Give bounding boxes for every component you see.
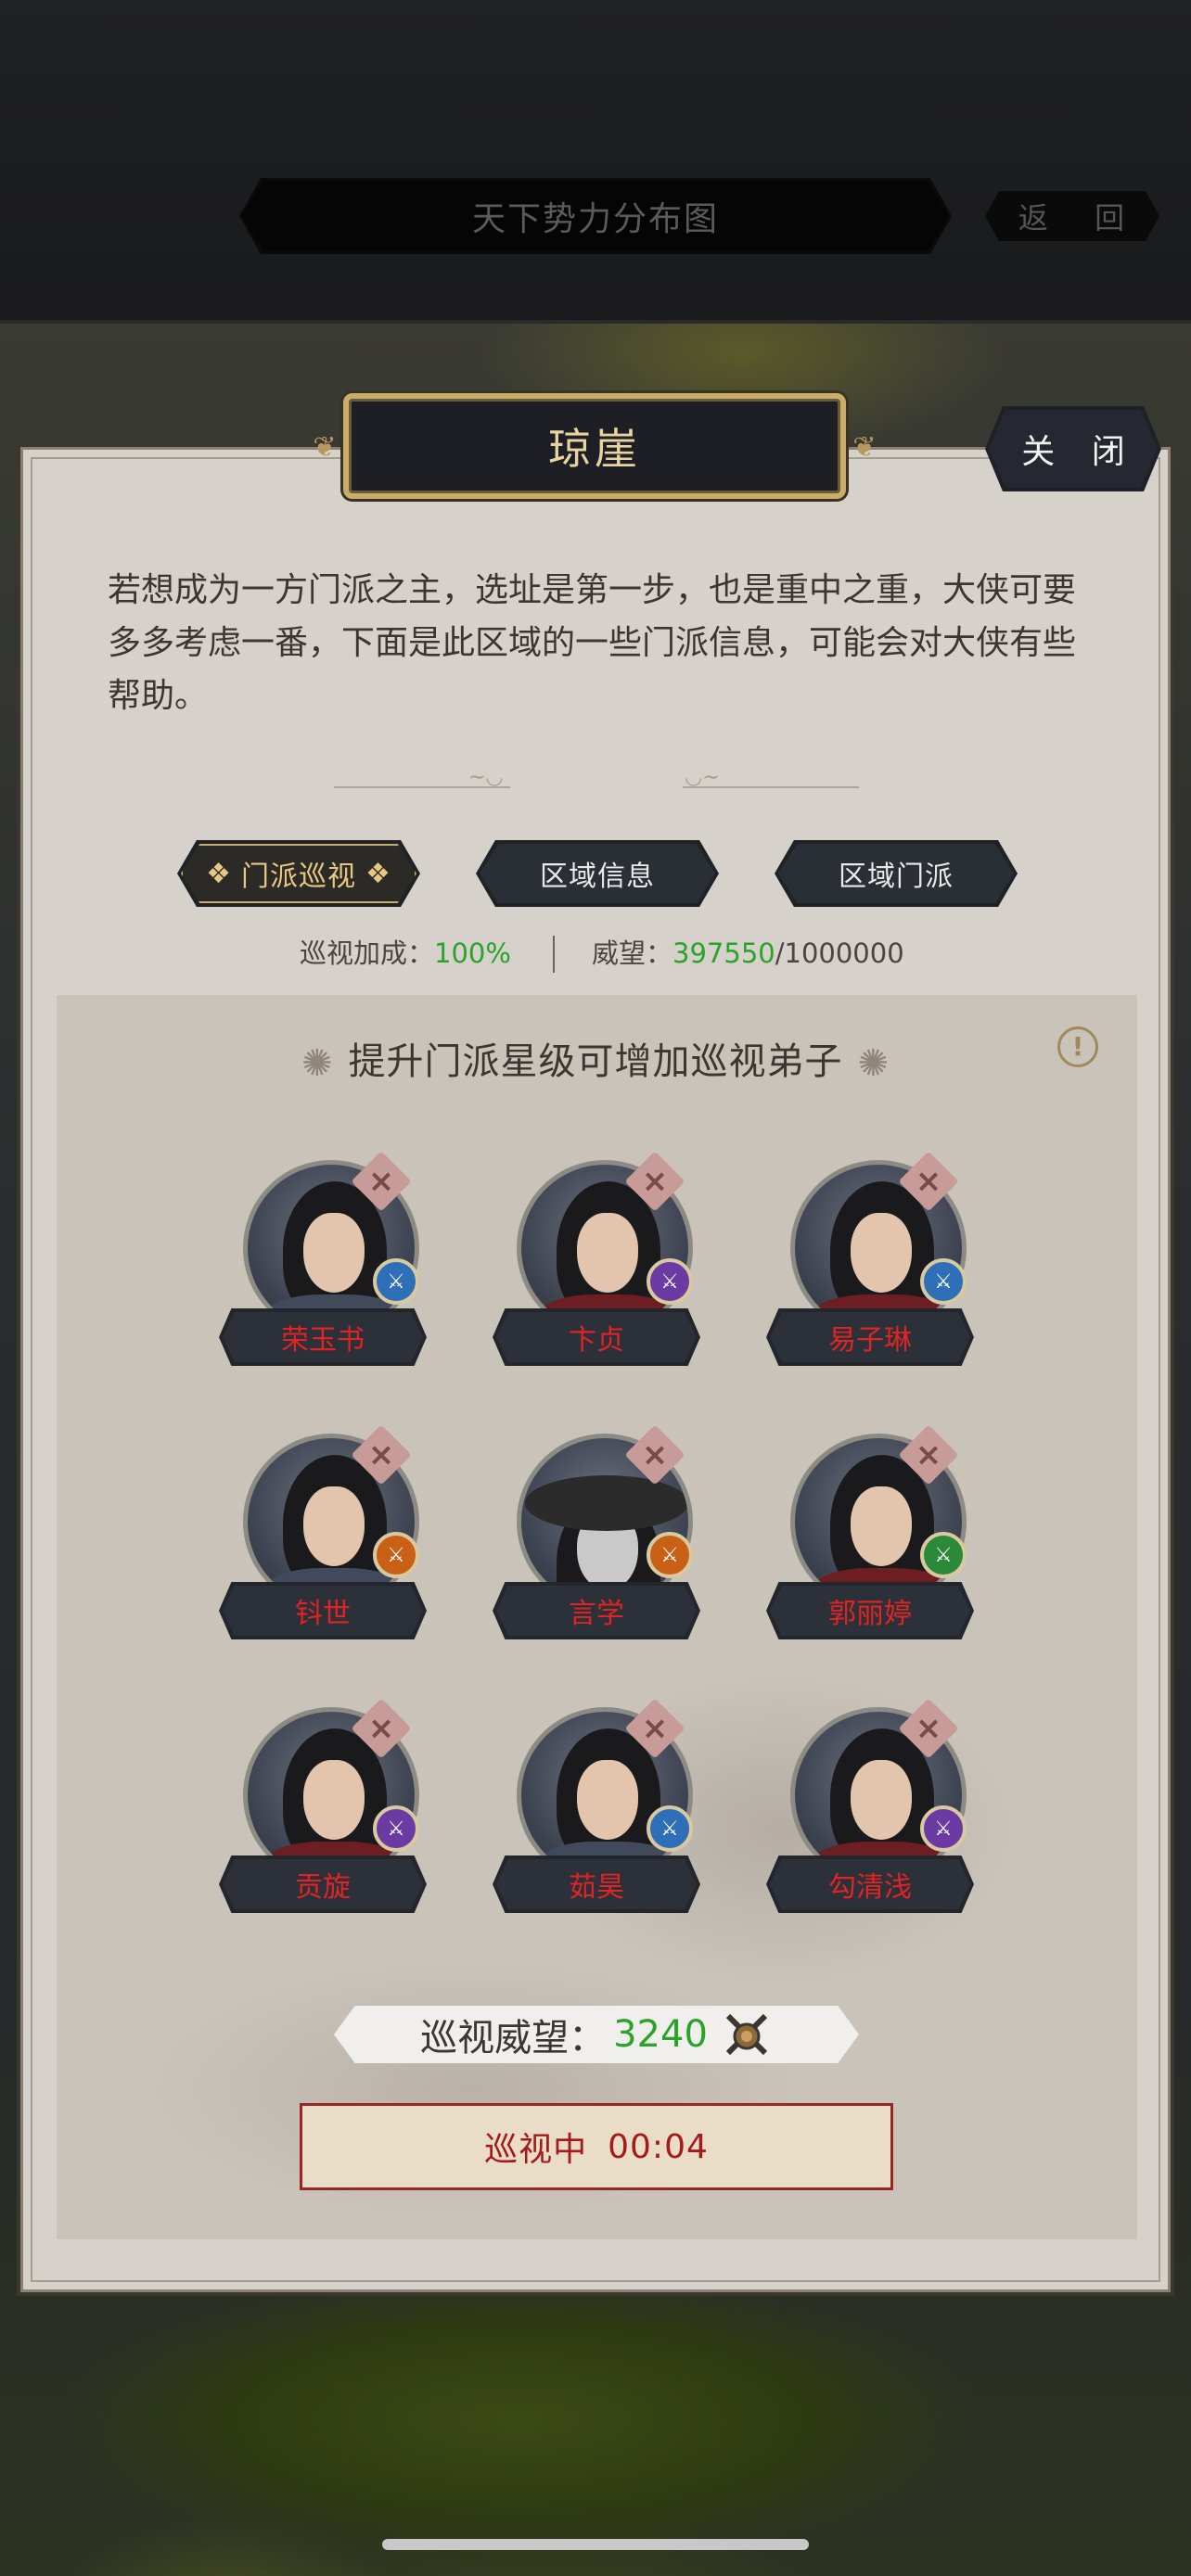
disciple-name: 茹昊	[569, 1871, 624, 1904]
disciple-name: 荣玉书	[281, 1324, 365, 1357]
weapon-class-icon: ⚔	[647, 1532, 693, 1578]
back-button-label: 返 回	[1018, 200, 1144, 236]
disciple-card[interactable]: × ⚔ 茹昊	[493, 1698, 700, 1913]
panel-title-plate: 琼崖	[343, 393, 846, 499]
close-icon: ×	[641, 1710, 669, 1747]
prestige-stat: 威望：397550/1000000	[592, 932, 904, 971]
close-icon: ×	[641, 1436, 669, 1473]
intro-text: 若想成为一方门派之主，选址是第一步，也是重中之重，大侠可要多多考虑一番，下面是此…	[108, 571, 1077, 715]
top-bar: 天下势力分布图 返 回	[0, 0, 1191, 324]
header-ornament-right: ❦	[852, 431, 877, 464]
patrolling-button[interactable]: 巡视中 00:04	[300, 2103, 893, 2190]
prestige-current: 397550	[672, 937, 775, 969]
remove-disciple-button[interactable]: ×	[624, 1424, 685, 1486]
disciple-name: 卞贞	[569, 1324, 624, 1357]
weapon-class-icon: ⚔	[373, 1532, 419, 1578]
patrol-timer: 00:04	[608, 2127, 709, 2166]
disciple-card[interactable]: × ⚔ 卞贞	[493, 1151, 700, 1366]
section-title: ✺ 提升门派星级可增加巡视弟子 ✺	[0, 1031, 1191, 1085]
disciple-card[interactable]: × ⚔ 勾清浅	[766, 1698, 974, 1913]
region-title: 琼崖	[548, 424, 641, 474]
patrol-prestige-bar: 巡视威望： 3240	[334, 2006, 859, 2063]
close-icon: ×	[641, 1163, 669, 1200]
close-button-label: 关 闭	[1021, 433, 1138, 471]
patrol-prestige-label: 巡视威望：	[420, 2017, 607, 2060]
patrolling-label: 巡视中	[484, 2131, 588, 2169]
section-title-text: 提升门派星级可增加巡视弟子	[348, 1040, 843, 1083]
close-button[interactable]: 关 闭	[985, 406, 1161, 491]
patrol-bonus-value: 100%	[434, 937, 511, 969]
disciple-card[interactable]: × ⚔ 言学	[493, 1424, 700, 1639]
disciple-name: 贡旋	[295, 1871, 351, 1904]
header-ornament-left: ❦	[313, 431, 337, 464]
remove-disciple-button[interactable]: ×	[898, 1698, 959, 1759]
divider-ornament-right: ◡∼	[685, 766, 720, 789]
close-icon: ×	[915, 1163, 942, 1200]
disciple-name-bar: 钭世	[219, 1582, 427, 1639]
disciple-name-bar: 易子琳	[766, 1308, 974, 1366]
map-terrain	[0, 2290, 1191, 2576]
remove-disciple-button[interactable]: ×	[898, 1424, 959, 1486]
remove-disciple-button[interactable]: ×	[351, 1698, 412, 1759]
back-button[interactable]: 返 回	[985, 191, 1159, 241]
disciple-name-bar: 勾清浅	[766, 1855, 974, 1913]
patrol-stats: 巡视加成：100% 威望：397550/1000000	[0, 932, 1191, 975]
stats-separator	[553, 936, 555, 973]
disciple-name-bar: 郭丽婷	[766, 1582, 974, 1639]
remove-disciple-button[interactable]: ×	[351, 1424, 412, 1486]
close-icon: ×	[367, 1436, 395, 1473]
tab-sect-patrol[interactable]: ❖ 门派巡视 ❖	[177, 840, 420, 907]
map-title: 天下势力分布图	[471, 200, 719, 238]
disciple-name-bar: 茹昊	[493, 1855, 700, 1913]
patrol-bonus: 巡视加成：100%	[300, 932, 511, 971]
remove-disciple-button[interactable]: ×	[898, 1151, 959, 1212]
disciple-name: 郭丽婷	[828, 1598, 912, 1630]
disciple-card[interactable]: × ⚔ 贡旋	[219, 1698, 427, 1913]
tab-region-sects-label: 区域门派	[839, 861, 954, 893]
patrol-prestige-value: 3240	[613, 2013, 708, 2056]
home-indicator[interactable]	[382, 2539, 809, 2550]
weapon-class-icon: ⚔	[373, 1805, 419, 1852]
weapon-class-icon: ⚔	[920, 1258, 967, 1305]
disciple-name-bar: 荣玉书	[219, 1308, 427, 1366]
info-icon[interactable]: !	[1057, 1027, 1098, 1067]
tab-region-sects[interactable]: 区域门派	[775, 840, 1018, 907]
tab-region-info-label: 区域信息	[540, 861, 655, 893]
weapon-class-icon: ⚔	[647, 1805, 693, 1852]
disciple-name-bar: 言学	[493, 1582, 700, 1639]
weapon-class-icon: ⚔	[647, 1258, 693, 1305]
tab-ornament-icon: ❖	[206, 857, 232, 890]
weapon-class-icon: ⚔	[920, 1805, 967, 1852]
disciple-name-bar: 贡旋	[219, 1855, 427, 1913]
weapon-class-icon: ⚔	[920, 1532, 967, 1578]
close-icon: ×	[367, 1163, 395, 1200]
disciple-card[interactable]: × ⚔ 易子琳	[766, 1151, 974, 1366]
disciple-card[interactable]: × ⚔ 郭丽婷	[766, 1424, 974, 1639]
tab-ornament-icon: ❖	[365, 857, 391, 890]
map-title-plate: 天下势力分布图	[239, 178, 952, 254]
disciple-card[interactable]: × ⚔ 钭世	[219, 1424, 427, 1639]
close-icon: ×	[915, 1436, 942, 1473]
close-icon: ×	[367, 1710, 395, 1747]
prestige-label: 威望：	[592, 937, 673, 969]
tab-region-info[interactable]: 区域信息	[476, 840, 719, 907]
disciple-name: 勾清浅	[828, 1871, 912, 1904]
disciple-name: 易子琳	[828, 1324, 912, 1357]
remove-disciple-button[interactable]: ×	[624, 1151, 685, 1212]
prestige-max: /1000000	[775, 937, 904, 969]
disciple-card[interactable]: × ⚔ 荣玉书	[219, 1151, 427, 1366]
disciple-name-bar: 卞贞	[493, 1308, 700, 1366]
remove-disciple-button[interactable]: ×	[624, 1698, 685, 1759]
close-icon: ×	[915, 1710, 942, 1747]
gear-ornament-icon: ✺	[857, 1042, 890, 1085]
patrol-bonus-label: 巡视加成：	[300, 937, 435, 969]
weapon-class-icon: ⚔	[373, 1258, 419, 1305]
disciple-name: 钭世	[295, 1598, 351, 1630]
disciple-name: 言学	[569, 1598, 624, 1630]
divider-ornament-left: ∼◡	[468, 766, 504, 789]
crossed-swords-icon	[725, 2013, 768, 2056]
remove-disciple-button[interactable]: ×	[351, 1151, 412, 1212]
gear-ornament-icon: ✺	[301, 1042, 334, 1085]
tab-sect-patrol-label: 门派巡视	[241, 861, 356, 893]
